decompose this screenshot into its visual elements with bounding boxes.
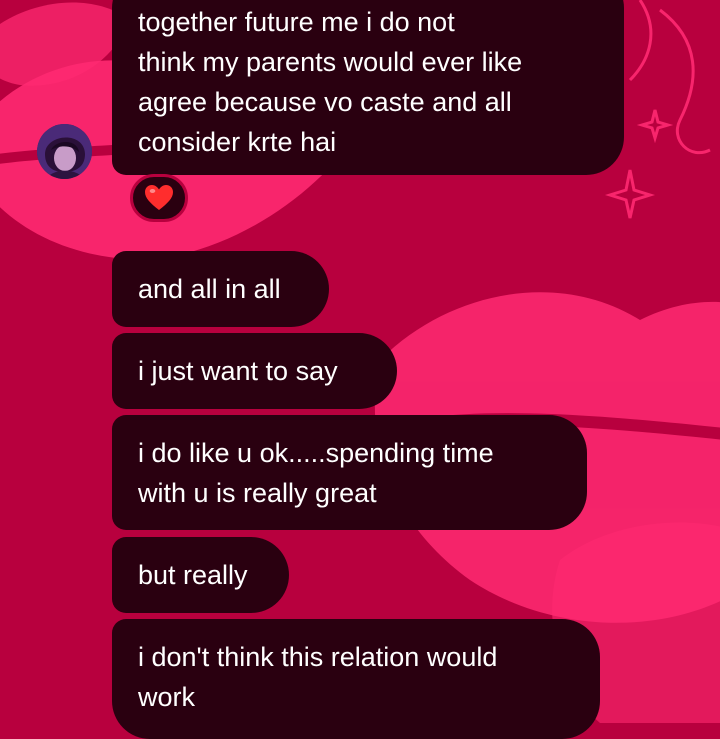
message-bubble[interactable]: i just want to say bbox=[112, 333, 397, 409]
message-bubble[interactable]: and all in all bbox=[112, 251, 329, 327]
contact-avatar[interactable] bbox=[37, 124, 92, 179]
red-heart-icon bbox=[145, 185, 173, 210]
message-bubble[interactable]: but really bbox=[112, 537, 289, 613]
avatar-photo bbox=[37, 124, 92, 179]
message-bubble[interactable]: together future me i do not think my par… bbox=[112, 0, 624, 175]
reaction-badge[interactable] bbox=[130, 174, 188, 222]
message-bubble[interactable]: i don't think this relation would work bbox=[112, 619, 600, 739]
message-bubble[interactable]: i do like u ok.....spending time with u … bbox=[112, 415, 587, 530]
